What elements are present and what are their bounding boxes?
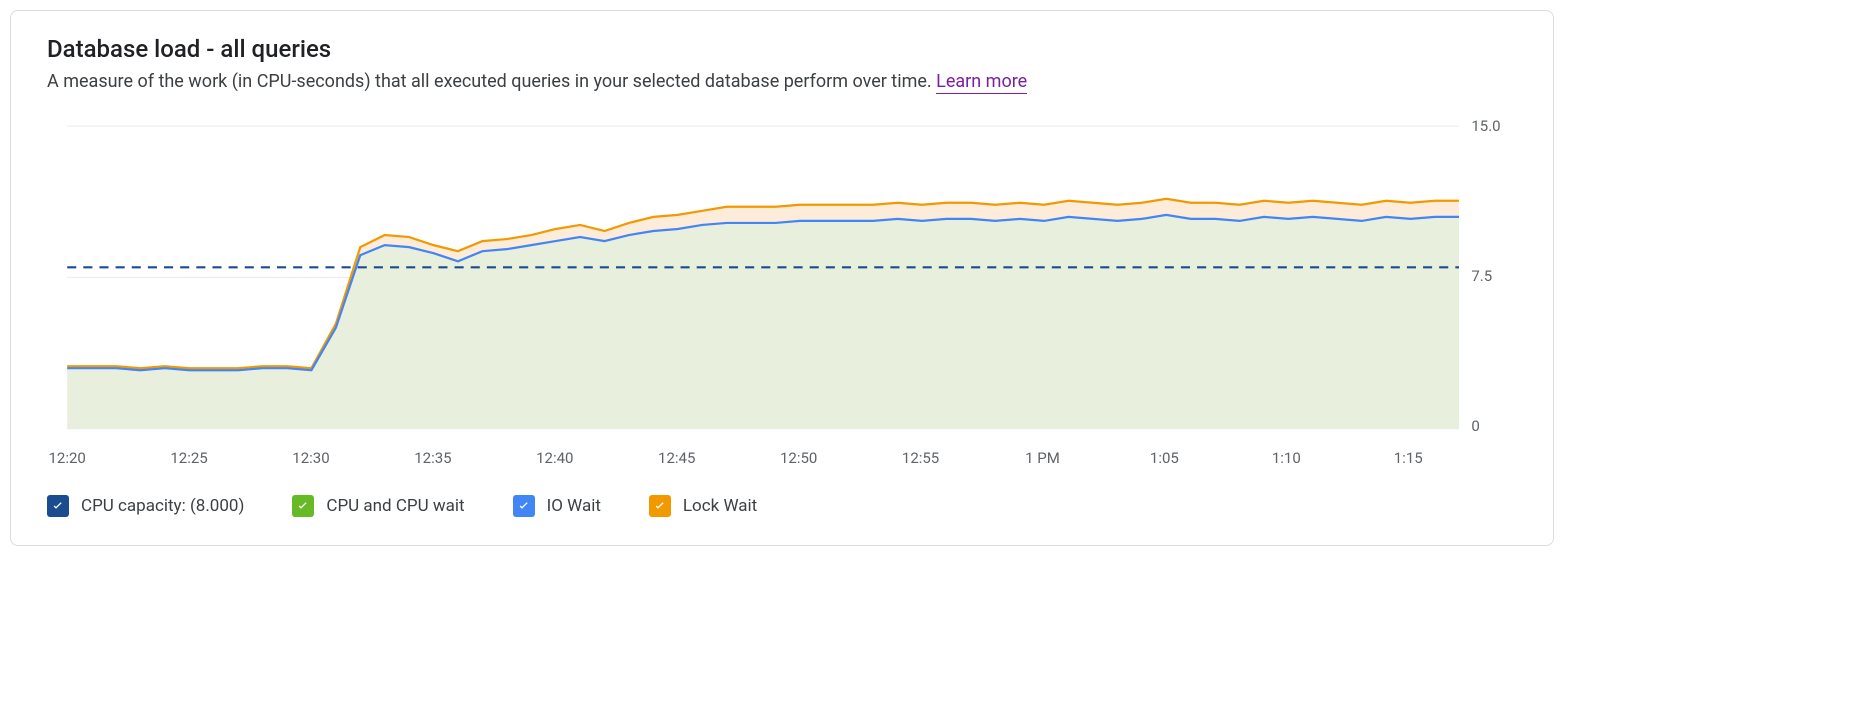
y-axis: 0 7.5 15.0 bbox=[1459, 116, 1517, 436]
x-tick-label: 1:10 bbox=[1272, 449, 1301, 467]
legend-label: CPU capacity: (8.000) bbox=[81, 496, 244, 516]
x-axis: 12:20 12:25 12:30 12:35 12:40 12:45 12:50 12:55… bbox=[47, 449, 1517, 471]
x-tick-label: 12:25 bbox=[170, 449, 207, 467]
legend-label: Lock Wait bbox=[683, 496, 757, 516]
legend-cpu-capacity[interactable]: CPU capacity: (8.000) bbox=[47, 495, 244, 517]
x-tick-label: 12:35 bbox=[414, 449, 451, 467]
x-tick-label: 1:15 bbox=[1394, 449, 1423, 467]
x-tick-label: 12:40 bbox=[536, 449, 573, 467]
x-tick-label: 12:30 bbox=[292, 449, 329, 467]
chart-legend: CPU capacity: (8.000) CPU and CPU wait I… bbox=[47, 495, 1517, 517]
legend-label: IO Wait bbox=[547, 496, 601, 516]
x-tick-label: 12:55 bbox=[902, 449, 939, 467]
checkbox-icon bbox=[47, 495, 69, 517]
database-load-card: Database load - all queries A measure of… bbox=[10, 10, 1554, 546]
legend-cpu-wait[interactable]: CPU and CPU wait bbox=[292, 495, 464, 517]
y-tick-label: 7.5 bbox=[1471, 267, 1492, 285]
panel-subtitle: A measure of the work (in CPU-seconds) t… bbox=[47, 71, 1517, 92]
legend-lock-wait[interactable]: Lock Wait bbox=[649, 495, 757, 517]
database-load-chart[interactable] bbox=[47, 116, 1459, 439]
checkbox-icon bbox=[513, 495, 535, 517]
y-tick-label: 15.0 bbox=[1471, 117, 1500, 135]
x-tick-label: 12:50 bbox=[780, 449, 817, 467]
x-tick-label: 1:05 bbox=[1150, 449, 1179, 467]
subtitle-text: A measure of the work (in CPU-seconds) t… bbox=[47, 71, 936, 92]
chart-area: 0 7.5 15.0 bbox=[47, 116, 1517, 439]
legend-io-wait[interactable]: IO Wait bbox=[513, 495, 601, 517]
y-tick-label: 0 bbox=[1471, 417, 1479, 435]
legend-label: CPU and CPU wait bbox=[326, 496, 464, 516]
checkbox-icon bbox=[292, 495, 314, 517]
learn-more-link[interactable]: Learn more bbox=[936, 71, 1027, 94]
x-tick-label: 1 PM bbox=[1025, 449, 1060, 467]
checkbox-icon bbox=[649, 495, 671, 517]
panel-title: Database load - all queries bbox=[47, 35, 1517, 63]
x-tick-label: 12:20 bbox=[48, 449, 85, 467]
x-tick-label: 12:45 bbox=[658, 449, 695, 467]
